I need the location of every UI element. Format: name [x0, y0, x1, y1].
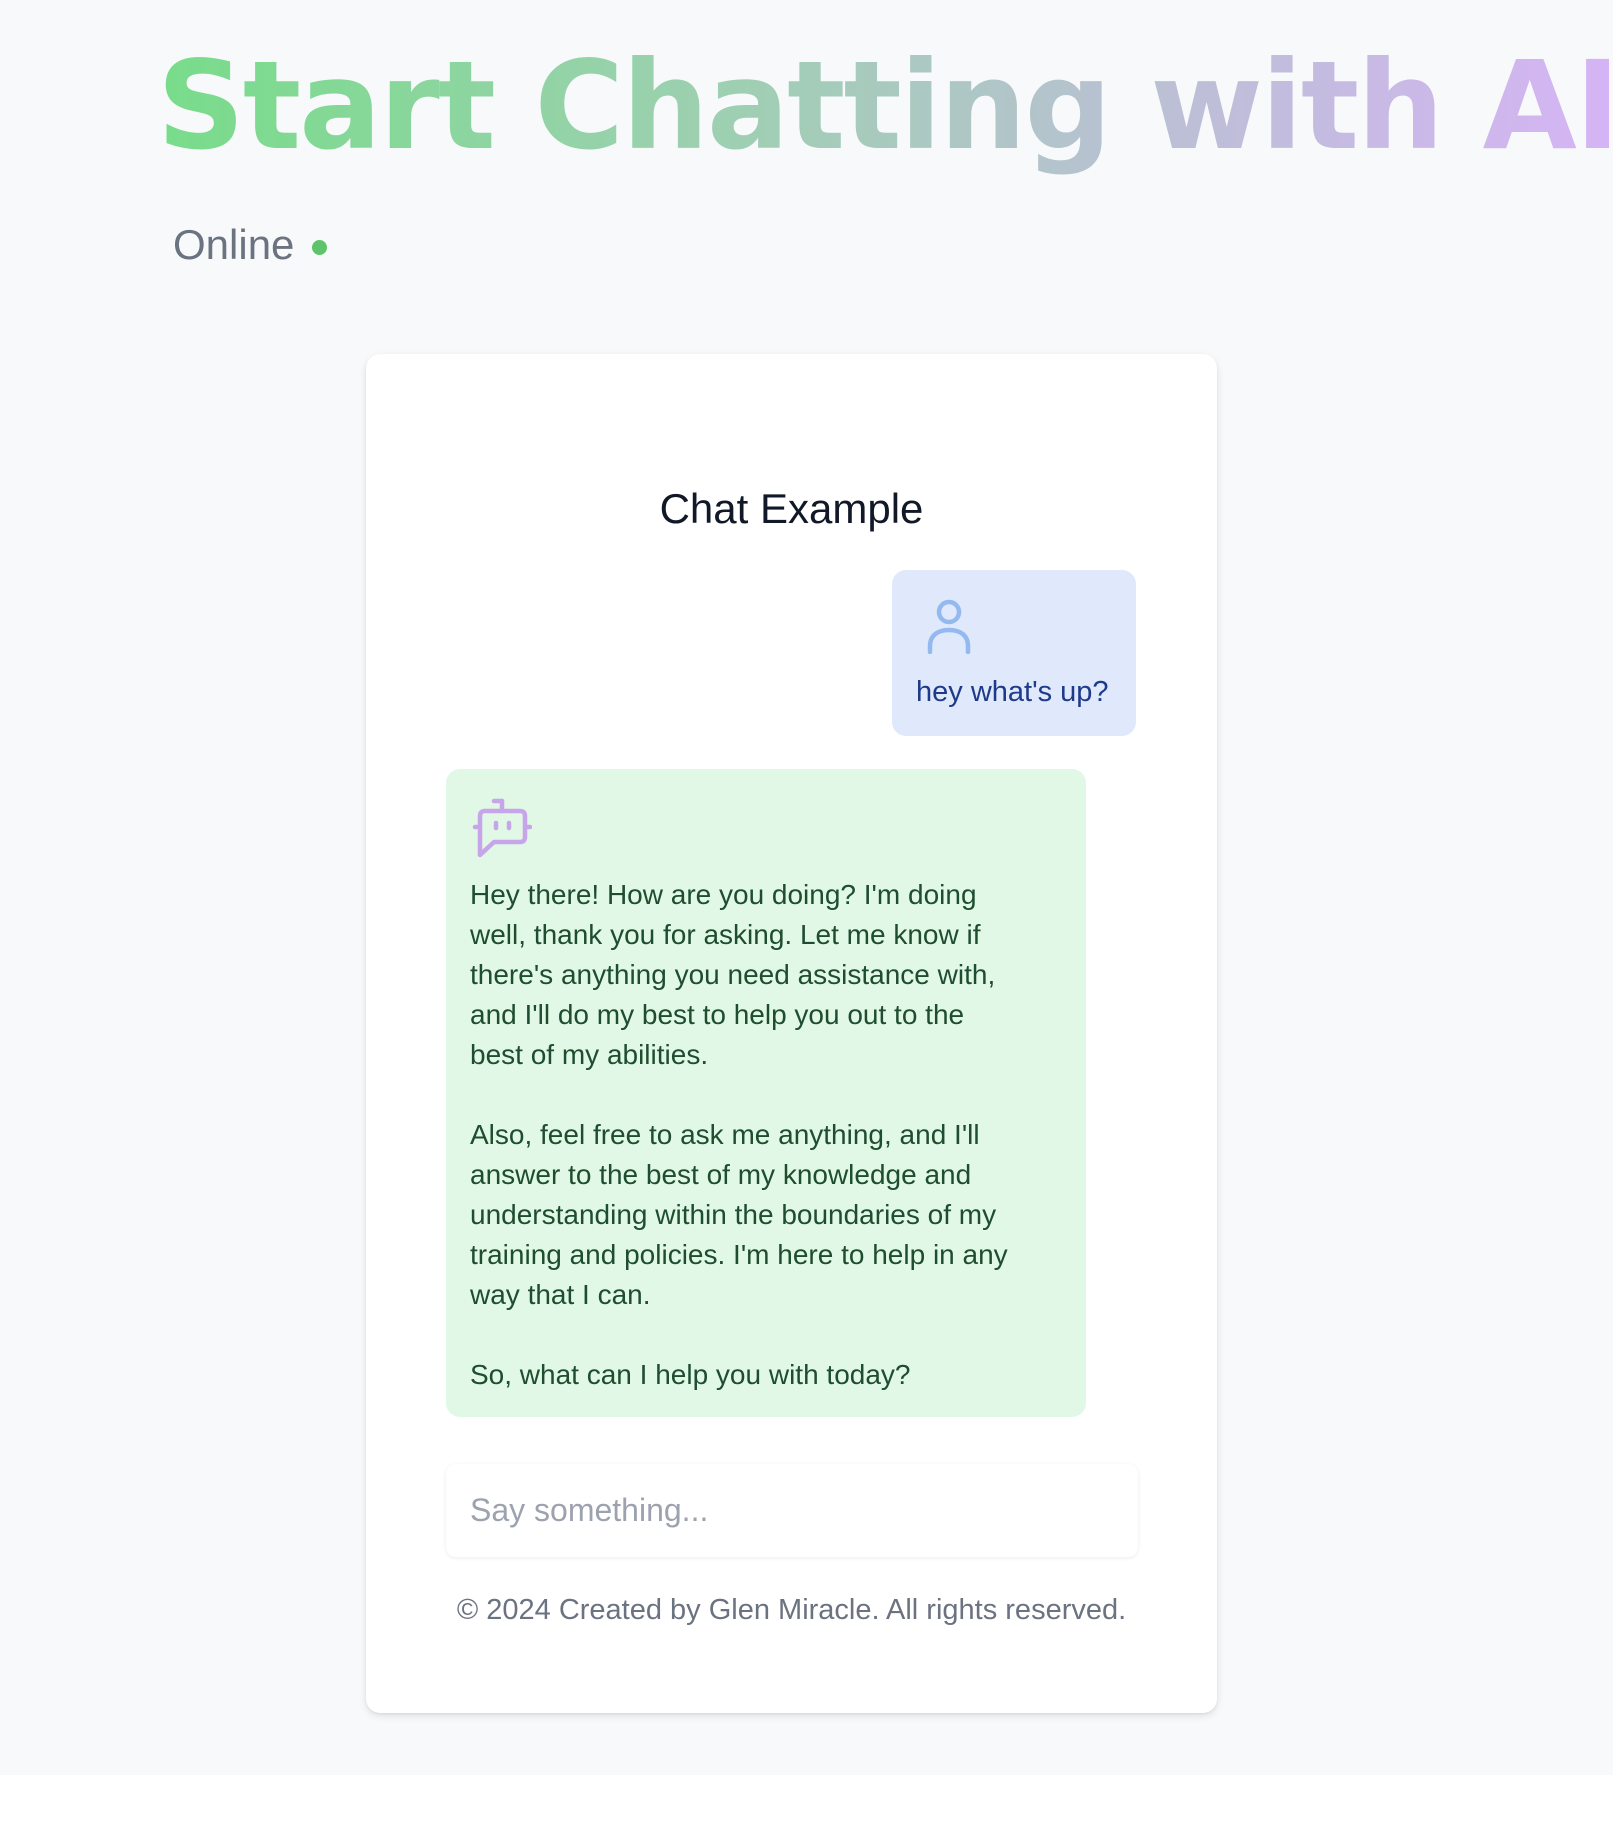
online-status: Online — [173, 220, 328, 270]
status-label: Online — [173, 221, 295, 268]
user-message: hey what's up? — [892, 570, 1136, 736]
assistant-paragraph: So, what can I help you with today? — [470, 1359, 911, 1390]
chat-title: Chat Example — [659, 485, 924, 532]
user-icon — [926, 598, 972, 655]
assistant-message: Hey there! How are you doing? I'm doing … — [446, 769, 1086, 1417]
footer-copyright: © 2024 Created by Glen Miracle. All righ… — [456, 1594, 1127, 1626]
chat-card: Chat Example hey what's up? Hey there! H… — [366, 354, 1217, 1713]
page-title: Start Chatting with AI — [157, 36, 1613, 176]
page-background: Start Chatting with AI Online Chat Examp… — [0, 0, 1613, 1775]
bot-icon — [472, 797, 533, 859]
user-message-text: hey what's up? — [916, 676, 1109, 708]
assistant-paragraph: Also, feel free to ask me anything, and … — [470, 1119, 1008, 1310]
assistant-paragraph: Hey there! How are you doing? I'm doing … — [470, 879, 996, 1070]
message-input[interactable] — [446, 1464, 1138, 1557]
status-dot-icon — [312, 239, 328, 255]
assistant-message-text: Hey there! How are you doing? I'm doing … — [470, 875, 1060, 1395]
